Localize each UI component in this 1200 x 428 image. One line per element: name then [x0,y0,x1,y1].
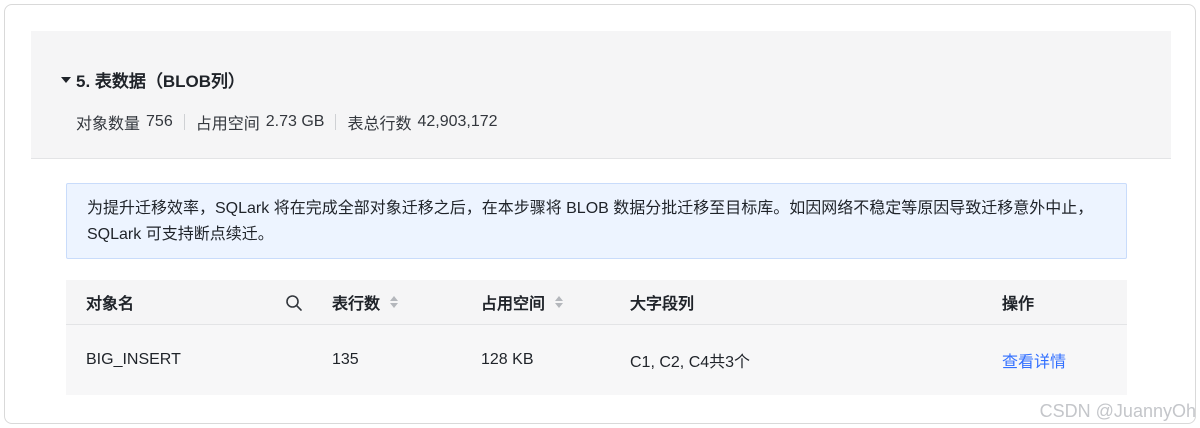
stat-value: 2.73 GB [265,113,325,130]
watermark: CSDN @JuannyOh [1039,401,1196,421]
header-label: 大字段列 [630,296,695,313]
stat-label: 对象数量 [76,116,141,133]
cell-lob-columns: C1, C2, C4共3个 [630,354,751,371]
section-header: 5. 表数据（BLOB列） 对象数量 756 占用空间 2.73 GB 表总行数… [31,31,1171,159]
divider [335,114,337,130]
section-stats: 对象数量 756 占用空间 2.73 GB 表总行数 42,903,172 [76,110,498,134]
section-toggle[interactable]: 5. 表数据（BLOB列） [61,67,245,92]
table-header: 对象名 表行数 占用空间 大字段列 操作 [66,280,1127,325]
stat-label: 占用空间 [195,116,260,133]
header-label: 对象名 [86,296,135,313]
table-row: BIG_INSERT 135 128 KB C1, C2, C4共3个 查看详情 [66,325,1127,395]
sort-icon[interactable] [390,296,399,308]
caret-down-icon[interactable] [61,76,71,83]
header-space[interactable]: 占用空间 [481,280,564,324]
blob-table: 对象名 表行数 占用空间 大字段列 操作 BIG_INSERT 135 128 … [66,280,1127,395]
stat-object-count: 对象数量 756 [76,110,173,134]
header-row-count[interactable]: 表行数 [332,280,399,324]
divider [183,114,185,130]
header-label: 操作 [1002,296,1035,313]
stat-total-rows: 表总行数 42,903,172 [347,110,497,134]
cell-row-count: 135 [332,351,359,368]
info-notice: 为提升迁移效率，SQLark 将在完成全部对象迁移之后，在本步骤将 BLOB 数… [66,183,1127,259]
header-object-name: 对象名 [86,280,134,324]
stat-value: 756 [146,113,173,130]
section-title: 5. 表数据（BLOB列） [76,72,246,91]
header-lob-columns: 大字段列 [630,280,694,324]
header-action: 操作 [1002,280,1034,324]
stat-value: 42,903,172 [417,113,498,130]
search-icon[interactable] [285,294,303,312]
notice-text: 为提升迁移效率，SQLark 将在完成全部对象迁移之后，在本步骤将 BLOB 数… [87,200,1094,243]
view-details-link[interactable]: 查看详情 [1002,325,1066,395]
header-label: 占用空间 [481,296,546,313]
cell-object-name: BIG_INSERT [86,351,181,368]
sort-icon[interactable] [555,296,564,308]
header-label: 表行数 [332,296,381,313]
stat-label: 表总行数 [347,116,412,133]
stat-space: 占用空间 2.73 GB [196,110,325,134]
cell-space: 128 KB [481,351,534,368]
